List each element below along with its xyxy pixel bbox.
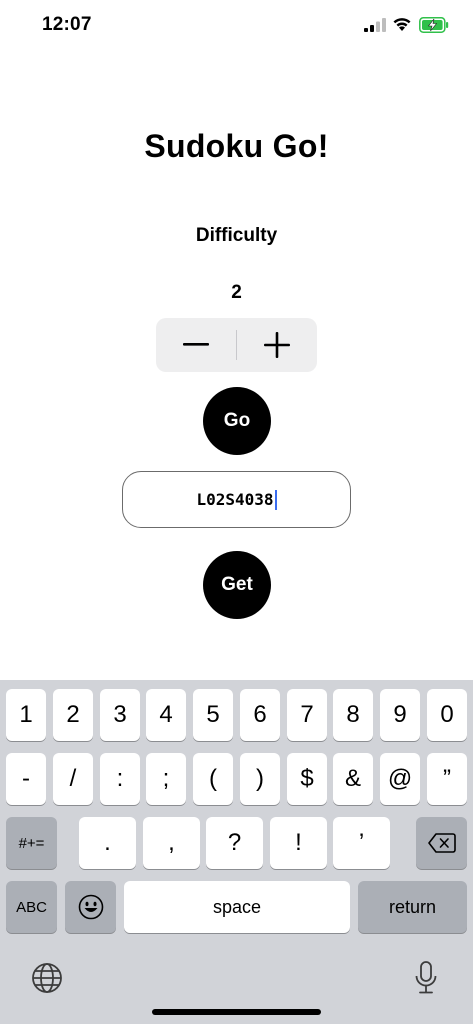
key-hyphen[interactable]: - [6,753,46,805]
cellular-signal-icon [364,18,386,37]
key-8[interactable]: 8 [333,689,373,741]
get-button-label: Get [221,574,253,595]
wifi-icon [392,16,412,37]
backspace-icon [427,833,456,853]
key-5[interactable]: 5 [193,689,233,741]
key-exclamation[interactable]: ! [270,817,327,869]
app-title: Sudoku Go! [144,128,329,164]
status-time: 12:07 [42,14,92,35]
delete-key[interactable] [416,817,467,869]
puzzle-code-input[interactable]: L02S4038 [122,471,351,528]
dictation-button[interactable] [410,960,442,996]
minus-icon [183,343,209,346]
abc-key[interactable]: ABC [6,881,57,933]
key-ampersand[interactable]: & [333,753,373,805]
key-1[interactable]: 1 [6,689,46,741]
key-period[interactable]: . [79,817,136,869]
increment-button[interactable] [237,318,317,372]
key-4[interactable]: 4 [146,689,186,741]
get-button[interactable]: Get [203,551,271,619]
globe-icon [32,963,62,993]
key-apostrophe[interactable]: ’ [333,817,390,869]
key-close-paren[interactable]: ) [240,753,280,805]
key-quote[interactable]: ” [427,753,467,805]
key-at[interactable]: @ [380,753,420,805]
key-0[interactable]: 0 [427,689,467,741]
key-7[interactable]: 7 [287,689,327,741]
go-button[interactable]: Go [203,387,271,455]
text-caret [274,489,277,510]
status-bar: 12:07 [0,0,473,52]
plus-icon [264,332,290,358]
key-colon[interactable]: : [100,753,140,805]
numeric-keyboard: 1 2 3 4 5 6 7 8 9 0 - / : ; ( ) $ & @ ” … [0,680,473,1024]
microphone-icon [415,961,437,994]
key-2[interactable]: 2 [53,689,93,741]
key-3[interactable]: 3 [100,689,140,741]
space-key[interactable]: space [124,881,350,933]
globe-button[interactable] [30,961,64,995]
key-slash[interactable]: / [53,753,93,805]
go-button-label: Go [223,410,251,431]
key-comma[interactable]: , [143,817,200,869]
home-indicator[interactable] [152,1009,321,1015]
key-dollar[interactable]: $ [287,753,327,805]
decrement-button[interactable] [156,318,236,372]
key-9[interactable]: 9 [380,689,420,741]
return-key[interactable]: return [358,881,467,933]
key-question[interactable]: ? [206,817,263,869]
difficulty-stepper [156,318,317,372]
battery-charging-icon [419,17,449,38]
key-open-paren[interactable]: ( [193,753,233,805]
emoji-key[interactable] [65,881,116,933]
difficulty-value: 2 [231,282,242,303]
key-semicolon[interactable]: ; [146,753,186,805]
puzzle-code-value: L02S4038 [196,490,274,509]
difficulty-label: Difficulty [195,225,278,246]
key-6[interactable]: 6 [240,689,280,741]
emoji-icon [78,894,103,920]
symbols-toggle-key[interactable]: #+= [6,817,57,869]
